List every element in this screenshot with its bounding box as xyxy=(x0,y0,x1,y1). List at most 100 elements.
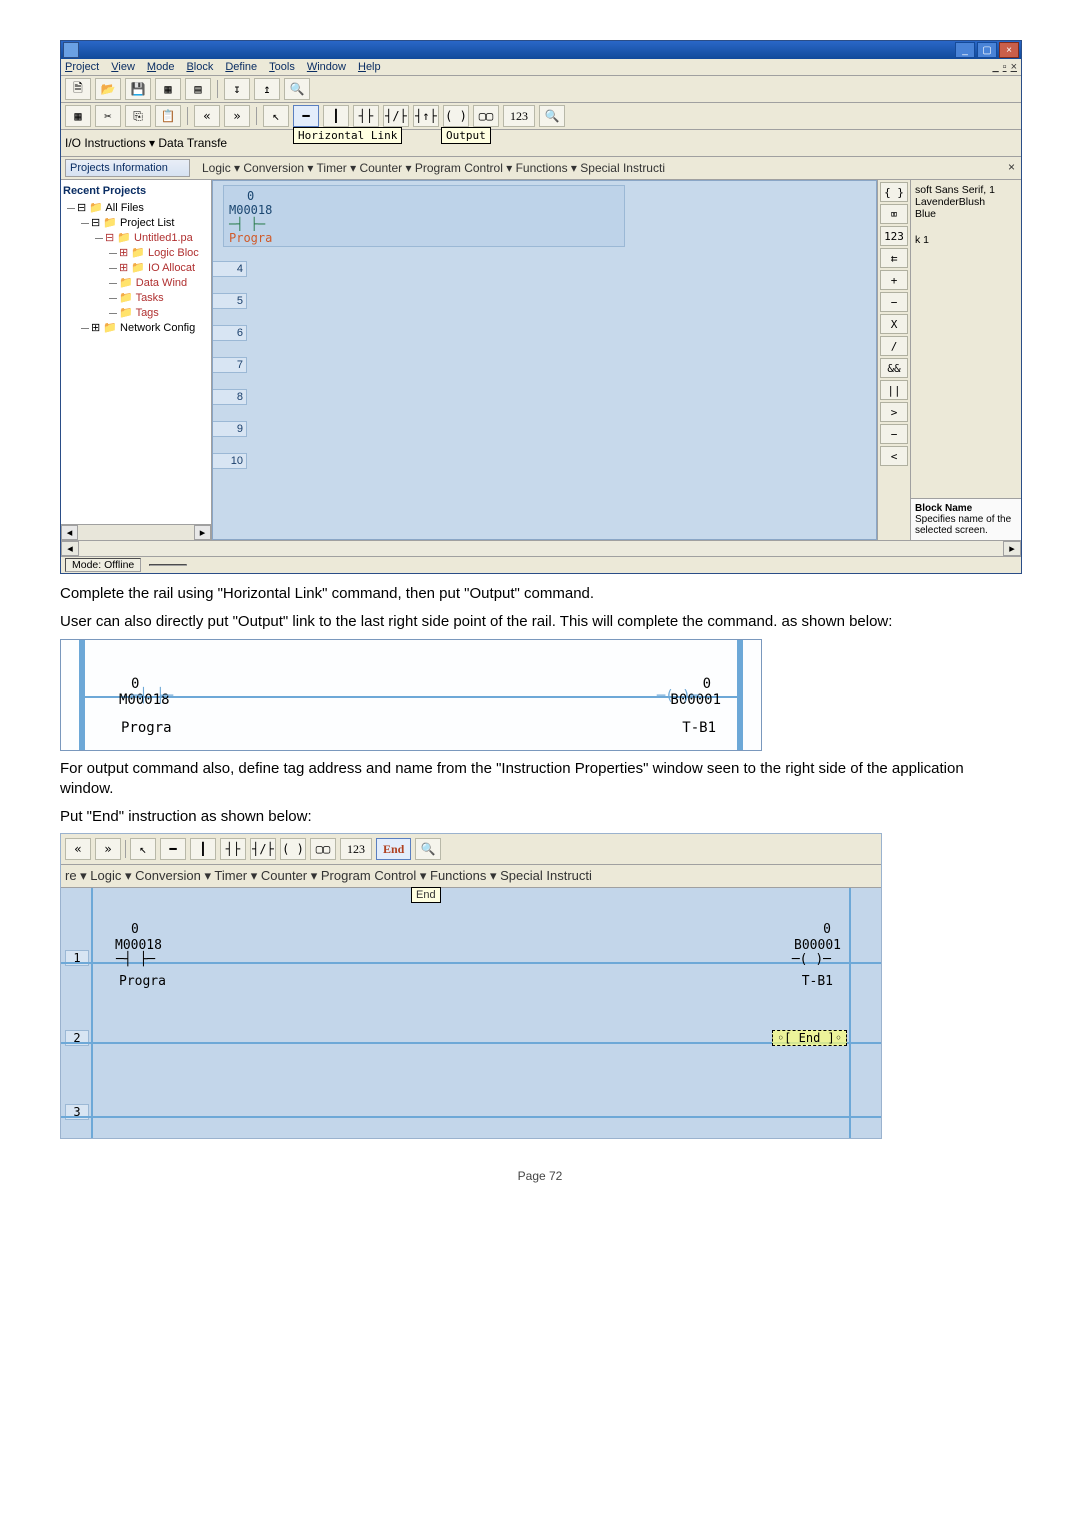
numeric-button[interactable]: 123 xyxy=(503,105,535,127)
hscroll-left[interactable]: ◂ xyxy=(61,541,79,556)
palette-item[interactable]: && xyxy=(880,358,908,378)
left-power-rail xyxy=(91,888,93,1138)
contact-rising-button[interactable]: ┤↑├ xyxy=(413,105,439,127)
nav-right-button[interactable]: » xyxy=(224,105,250,127)
ladder-horiz-scroll[interactable]: ◂ ▸ xyxy=(61,540,1021,556)
instruction-categories[interactable]: Logic ▾ Conversion ▾ Timer ▾ Counter ▾ P… xyxy=(200,160,667,176)
tree-untitled[interactable]: ⊟ 📁 Untitled1.pa ⊞ 📁 Logic Bloc ⊞ 📁 IO A… xyxy=(105,231,209,321)
paragraph-2: User can also directly put "Output" link… xyxy=(60,612,1020,632)
palette-item[interactable]: { } xyxy=(880,182,908,202)
tool-button-2[interactable]: ▤ xyxy=(185,78,211,100)
contact-nc-button[interactable]: ┤/├ xyxy=(383,105,409,127)
open-button[interactable]: 📂 xyxy=(95,78,121,100)
hscroll-right[interactable]: ▸ xyxy=(1003,541,1021,556)
main-layout: Recent Projects ⊟ 📁 All Files ⊟ 📁 Projec… xyxy=(61,180,1021,540)
menu-window[interactable]: Window xyxy=(307,61,346,73)
output-coil-button[interactable]: ( ) xyxy=(443,105,469,127)
menu-define[interactable]: Define xyxy=(225,61,257,73)
end-instruction-node[interactable]: ◦[ End ]◦ xyxy=(772,1030,847,1046)
minimize-button[interactable]: _ xyxy=(955,42,975,58)
cut-button[interactable]: ✂ xyxy=(95,105,121,127)
download-button[interactable]: ↧ xyxy=(224,78,250,100)
tb1-label: T-B1 xyxy=(682,720,716,736)
function-block-button[interactable]: ▢▢ xyxy=(473,105,499,127)
mdi-minimize-icon[interactable]: _ xyxy=(993,61,999,73)
tree-all-files[interactable]: ⊟ 📁 All Files ⊟ 📁 Project List ⊟ 📁 Untit… xyxy=(77,201,209,336)
menu-tools[interactable]: Tools xyxy=(269,61,295,73)
nav-left-button[interactable]: « xyxy=(194,105,220,127)
progra-label: Progra xyxy=(119,974,166,989)
menu-project[interactable]: Project xyxy=(65,61,99,73)
tree-tasks[interactable]: 📁 Tasks xyxy=(119,291,209,306)
io-instructions-label[interactable]: I/O Instructions ▾ Data Transfe xyxy=(65,136,227,150)
palette-item[interactable]: < xyxy=(880,446,908,466)
instruction-category-bar: Projects Information Logic ▾ Conversion … xyxy=(61,157,1021,180)
zoom-button[interactable]: 🔍 xyxy=(284,78,310,100)
close-button[interactable]: × xyxy=(999,42,1019,58)
end-button[interactable]: End xyxy=(376,838,411,860)
scroll-left-button[interactable]: ◂ xyxy=(61,525,78,540)
end-ladder-editor[interactable]: 1 0 0 M00018 B00001 ─┤ ├─ ─( )─ Progra T… xyxy=(61,888,881,1138)
paste-button[interactable]: 📋 xyxy=(155,105,181,127)
palette-item[interactable]: ⌧ xyxy=(880,204,908,224)
search-button[interactable]: 🔍 xyxy=(415,838,441,860)
menu-mode[interactable]: Mode xyxy=(147,61,175,73)
palette-item[interactable]: > xyxy=(880,402,908,422)
prop-line: Blue xyxy=(915,208,1017,220)
mdi-restore-icon[interactable]: ▫ xyxy=(1003,61,1007,73)
tool-button[interactable]: ▦ xyxy=(155,78,181,100)
scroll-right-button[interactable]: ▸ xyxy=(194,525,211,540)
rung-2-wire xyxy=(61,1040,881,1044)
separator xyxy=(187,107,188,125)
palette-item[interactable]: ⇇ xyxy=(880,248,908,268)
mdi-close-icon[interactable]: × xyxy=(1011,61,1017,73)
copy-button[interactable]: ⎘ xyxy=(125,105,151,127)
tree-network-config[interactable]: ⊞ 📁 Network Config xyxy=(91,321,209,336)
nav-right-button[interactable]: » xyxy=(95,838,121,860)
maximize-button[interactable]: ▢ xyxy=(977,42,997,58)
project-tree[interactable]: Recent Projects ⊟ 📁 All Files ⊟ 📁 Projec… xyxy=(61,180,211,524)
function-block-button[interactable]: ▢▢ xyxy=(310,838,336,860)
vertical-link-button[interactable]: ┃ xyxy=(190,838,216,860)
save-button[interactable]: 💾 xyxy=(125,78,151,100)
ladder-editor[interactable]: 0 M00018 ─┤ ├─ Progra 4 5 6 7 8 9 10 xyxy=(212,180,877,540)
tree-logic-block[interactable]: ⊞ 📁 Logic Bloc xyxy=(119,246,209,261)
search-button[interactable]: 🔍 xyxy=(539,105,565,127)
tree-io-alloc[interactable]: ⊞ 📁 IO Allocat xyxy=(119,261,209,276)
contact-no-button[interactable]: ┤├ xyxy=(220,838,246,860)
menu-view[interactable]: View xyxy=(111,61,135,73)
tree-tags[interactable]: 📁 Tags xyxy=(119,306,209,321)
palette-item[interactable]: − xyxy=(880,292,908,312)
palette-item[interactable]: 123 xyxy=(880,226,908,246)
palette-item[interactable]: + xyxy=(880,270,908,290)
palette-item[interactable]: / xyxy=(880,336,908,356)
palette-item[interactable]: X xyxy=(880,314,908,334)
panel-close-icon[interactable]: × xyxy=(1008,160,1015,174)
upload-button[interactable]: ↥ xyxy=(254,78,280,100)
prop-desc-title: Block Name xyxy=(915,503,1017,514)
misc-button[interactable]: ▦ xyxy=(65,105,91,127)
tree-data-window[interactable]: 📁 Data Wind xyxy=(119,276,209,291)
pointer-button[interactable]: ↖ xyxy=(130,838,156,860)
output-coil-button[interactable]: ( ) xyxy=(280,838,306,860)
palette-item[interactable]: || xyxy=(880,380,908,400)
contact-nc-button[interactable]: ┤/├ xyxy=(250,838,276,860)
horizontal-link-button[interactable]: ━ xyxy=(293,105,319,127)
tree-horiz-scroll[interactable]: ◂ ▸ xyxy=(61,524,211,540)
vertical-link-button[interactable]: ┃ xyxy=(323,105,349,127)
nav-left-button[interactable]: « xyxy=(65,838,91,860)
new-button[interactable]: 🗎 xyxy=(65,78,91,100)
end-categories[interactable]: re ▾ Logic ▾ Conversion ▾ Timer ▾ Counte… xyxy=(65,868,592,883)
menu-bar: Project View Mode Block Define Tools Win… xyxy=(61,59,1021,76)
right-power-rail xyxy=(737,640,743,750)
palette-item[interactable]: − xyxy=(880,424,908,444)
menu-help[interactable]: Help xyxy=(358,61,381,73)
numeric-button[interactable]: 123 xyxy=(340,838,372,860)
end-instruction-image: « » ↖ ━ ┃ ┤├ ┤/├ ( ) ▢▢ 123 End 🔍 re ▾ L… xyxy=(60,833,882,1139)
contact-no-button[interactable]: ┤├ xyxy=(353,105,379,127)
paragraph-1: Complete the rail using "Horizontal Link… xyxy=(60,584,1020,604)
pointer-button[interactable]: ↖ xyxy=(263,105,289,127)
horizontal-link-button[interactable]: ━ xyxy=(160,838,186,860)
tree-project-list[interactable]: ⊟ 📁 Project List ⊟ 📁 Untitled1.pa ⊞ 📁 Lo… xyxy=(91,216,209,321)
menu-block[interactable]: Block xyxy=(186,61,213,73)
